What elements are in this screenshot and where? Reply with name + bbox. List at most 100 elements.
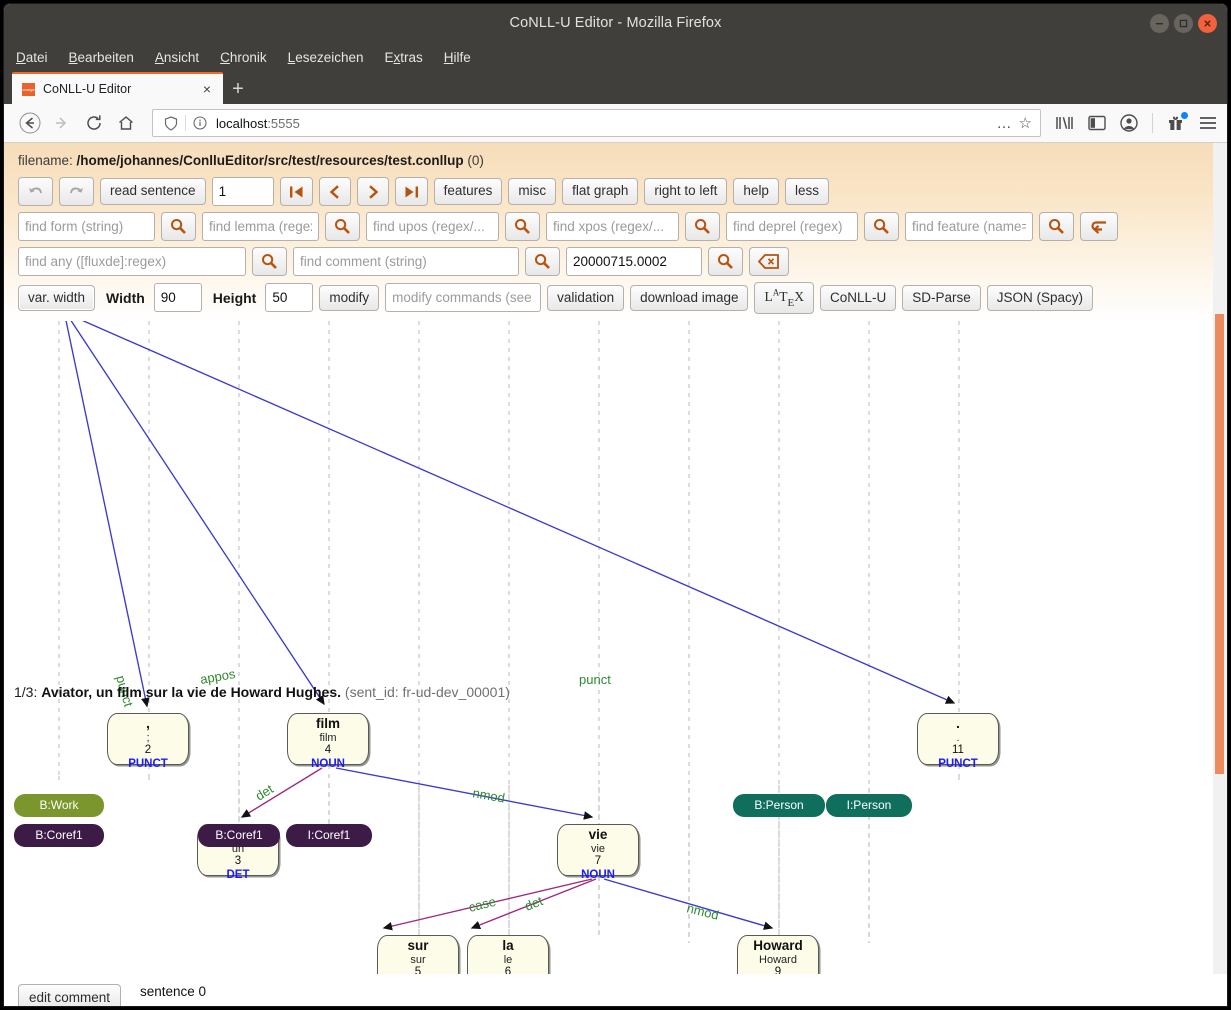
menu-chronik[interactable]: Chronik bbox=[220, 50, 267, 65]
menu-datei[interactable]: DDateiatei bbox=[16, 50, 48, 65]
latex-button[interactable]: LATEX bbox=[754, 282, 814, 314]
edge-label-nmod-2: nmod bbox=[685, 900, 720, 922]
annotation-chip[interactable]: I:Coref1 bbox=[286, 823, 372, 847]
url-text[interactable]: localhost:5555 bbox=[210, 116, 991, 131]
annotation-chip[interactable]: B:Person bbox=[733, 793, 825, 817]
account-icon[interactable] bbox=[1120, 114, 1138, 132]
undo-button[interactable] bbox=[18, 177, 53, 206]
graph-node[interactable]: sursur5ADP bbox=[377, 934, 459, 974]
find-comment-input[interactable] bbox=[293, 247, 519, 276]
menu-extras[interactable]: Extras bbox=[385, 50, 423, 65]
gift-icon[interactable] bbox=[1167, 112, 1188, 132]
clear-sentid-button[interactable] bbox=[749, 247, 789, 276]
last-sentence-button[interactable] bbox=[394, 177, 428, 206]
find-feature-input[interactable] bbox=[905, 212, 1033, 241]
first-sentence-button[interactable] bbox=[279, 177, 313, 206]
graph-node[interactable]: vie vie 7 NOUN bbox=[557, 823, 639, 881]
features-button[interactable]: features bbox=[433, 178, 503, 205]
search-sentid-button[interactable] bbox=[708, 247, 743, 276]
node-form: sur bbox=[407, 937, 429, 953]
annotation-chip[interactable]: I:Person bbox=[826, 793, 912, 817]
bookmark-star-icon[interactable]: ☆ bbox=[1019, 114, 1032, 132]
menu-bearbeiten[interactable]: Bearbeiten bbox=[69, 50, 134, 65]
menu-ansicht[interactable]: Ansicht bbox=[155, 50, 199, 65]
node-upos: NOUN bbox=[311, 757, 345, 770]
sdparse-button[interactable]: SD-Parse bbox=[902, 284, 981, 312]
modify-commands-input[interactable] bbox=[385, 283, 542, 313]
tab-conllu-editor[interactable]: orange CoNLL-U Editor × bbox=[12, 72, 223, 104]
redo-button[interactable] bbox=[59, 177, 94, 206]
search-feature-button[interactable] bbox=[1039, 212, 1074, 241]
filename-line: filename: /home/johannes/ConlluEditor/sr… bbox=[4, 151, 1213, 174]
download-image-button[interactable]: download image bbox=[630, 284, 749, 312]
find-form-input[interactable] bbox=[18, 212, 155, 241]
close-icon[interactable] bbox=[1198, 13, 1217, 33]
graph-node[interactable]: lale6DET bbox=[467, 934, 549, 974]
new-tab-button[interactable]: + bbox=[223, 74, 253, 104]
next-sentence-button[interactable] bbox=[356, 177, 389, 206]
search-back-button[interactable] bbox=[1080, 212, 1118, 241]
node-form: , bbox=[146, 715, 150, 731]
graph-node[interactable]: HowardHoward9PROPN bbox=[737, 934, 819, 974]
var-width-button[interactable]: var. width bbox=[18, 284, 96, 312]
find-deprel-input[interactable] bbox=[726, 212, 858, 241]
height-input[interactable] bbox=[265, 283, 314, 313]
find-lemma-input[interactable] bbox=[202, 212, 319, 241]
search-xpos-button[interactable] bbox=[685, 212, 720, 241]
node-id: 7 bbox=[594, 855, 602, 868]
search-lemma-button[interactable] bbox=[325, 212, 360, 241]
sent-id-input[interactable] bbox=[566, 247, 702, 276]
search-deprel-button[interactable] bbox=[864, 212, 899, 241]
edit-comment-button[interactable]: edit comment bbox=[18, 984, 122, 1006]
info-icon[interactable] bbox=[190, 116, 210, 130]
page-actions-icon[interactable]: … bbox=[991, 115, 1019, 132]
find-any-input[interactable] bbox=[18, 247, 246, 276]
toolbar-row-find-fields bbox=[4, 209, 1213, 244]
misc-button[interactable]: misc bbox=[508, 178, 557, 205]
search-comment-button[interactable] bbox=[525, 247, 560, 276]
menu-lesezeichen[interactable]: Lesezeichen bbox=[288, 50, 364, 65]
find-xpos-input[interactable] bbox=[546, 212, 679, 241]
prev-sentence-button[interactable] bbox=[318, 177, 351, 206]
json-spacy-button[interactable]: JSON (Spacy) bbox=[986, 284, 1094, 312]
editor-toolbar-panel: filename: /home/johannes/ConlluEditor/sr… bbox=[4, 143, 1213, 321]
menu-hamburger-icon[interactable] bbox=[1199, 116, 1217, 130]
page-scrollbar-thumb[interactable] bbox=[1215, 314, 1224, 774]
annotation-chip[interactable]: B:Coref1 bbox=[198, 823, 280, 847]
node-lemma: . bbox=[956, 731, 960, 744]
back-icon[interactable] bbox=[14, 108, 46, 138]
url-bar[interactable]: localhost:5555 … ☆ bbox=[152, 109, 1041, 137]
page-scrollbar[interactable] bbox=[1213, 143, 1227, 974]
home-icon[interactable] bbox=[110, 108, 142, 138]
right-to-left-button[interactable]: right to left bbox=[644, 178, 728, 205]
edge-label-punct-2: punct bbox=[579, 672, 611, 687]
node-form: vie bbox=[588, 826, 608, 842]
find-upos-input[interactable] bbox=[366, 212, 499, 241]
sidebar-icon[interactable] bbox=[1088, 115, 1106, 131]
node-form: la bbox=[502, 937, 514, 953]
width-input[interactable] bbox=[153, 283, 202, 313]
sentence-number-input[interactable] bbox=[211, 177, 274, 206]
menu-hilfe[interactable]: Hilfe bbox=[444, 50, 471, 65]
help-button[interactable]: help bbox=[733, 178, 779, 205]
tab-close-icon[interactable]: × bbox=[199, 81, 215, 97]
search-any-button[interactable] bbox=[252, 247, 287, 276]
annotation-chip[interactable]: B:Work bbox=[14, 793, 104, 817]
graph-node[interactable]: film film 4 NOUN bbox=[287, 712, 369, 770]
reload-icon[interactable] bbox=[78, 108, 110, 138]
annotation-chip[interactable]: B:Coref1 bbox=[14, 823, 104, 847]
conllu-button[interactable]: CoNLL-U bbox=[819, 284, 897, 312]
maximize-icon[interactable] bbox=[1174, 13, 1193, 33]
search-form-button[interactable] bbox=[161, 212, 196, 241]
search-upos-button[interactable] bbox=[505, 212, 540, 241]
graph-node[interactable]: .. 11 PUNCT bbox=[917, 712, 999, 770]
modify-button[interactable]: modify bbox=[319, 284, 380, 312]
less-button[interactable]: less bbox=[784, 178, 829, 205]
minimize-icon[interactable] bbox=[1150, 13, 1169, 33]
flat-graph-button[interactable]: flat graph bbox=[562, 178, 639, 205]
read-sentence-button[interactable]: read sentence bbox=[100, 178, 206, 205]
graph-node[interactable]: ,; 2 PUNCT bbox=[107, 712, 189, 770]
forward-icon[interactable] bbox=[46, 108, 78, 138]
validation-button[interactable]: validation bbox=[547, 284, 625, 312]
library-icon[interactable] bbox=[1055, 115, 1074, 131]
